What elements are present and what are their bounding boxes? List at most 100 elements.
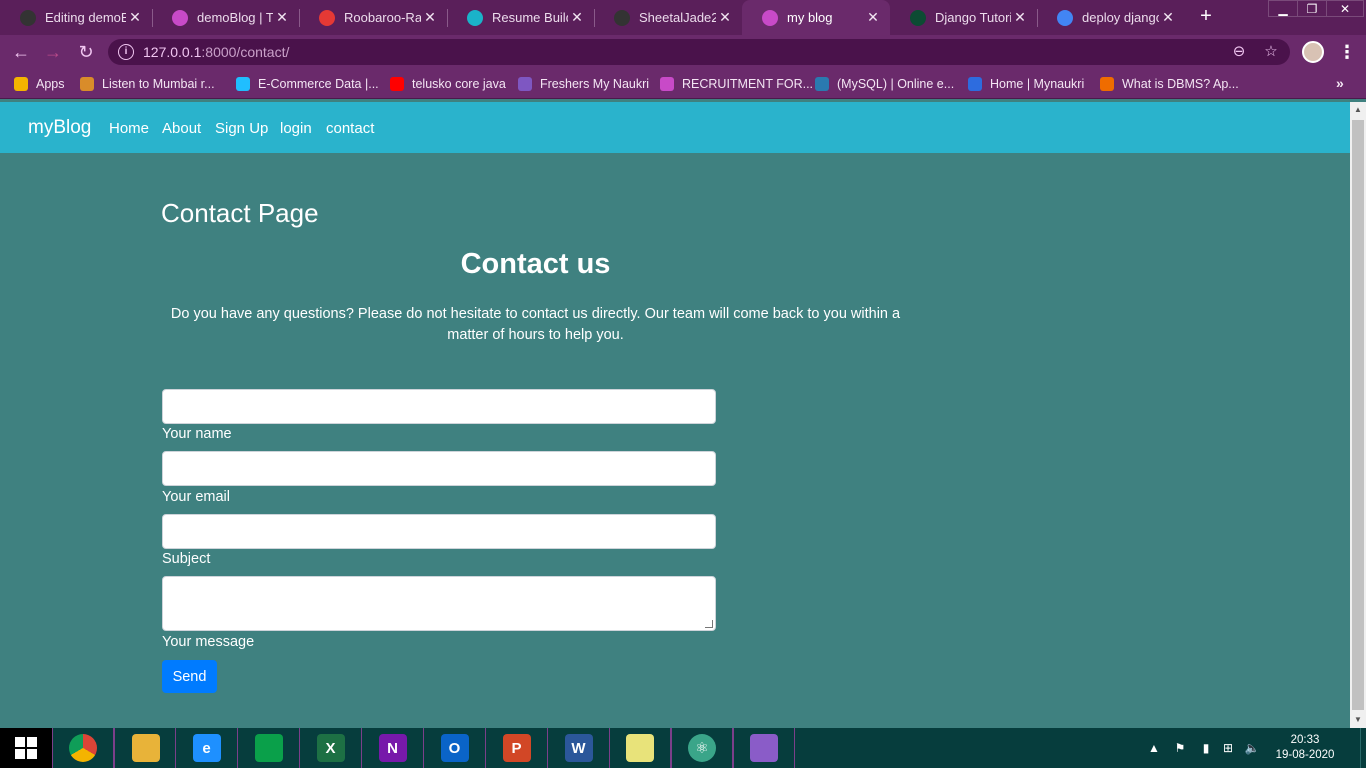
nav-contact[interactable]: contact [326,120,374,137]
tab-close-icon[interactable]: ✕ [273,9,291,26]
browser-tab[interactable]: demoBlog | This✕ [152,0,299,35]
nav-login[interactable]: login [280,120,312,137]
django-icon [910,9,926,26]
clock-time: 20:33 [1290,734,1320,746]
wifi-icon[interactable]: ⊞ [1220,740,1236,756]
tab-title: SheetalJade201 [639,10,716,25]
send-button[interactable]: Send [162,660,217,693]
windows-taskbar: e X N O P W ⚛ ▲ ⚑ ▮ ⊞ 🔈 20:33 19-08-2020 [0,728,1366,768]
paint-icon [750,734,778,762]
browser-tab-strip: Editing demoBlog✕demoBlog | This✕Roobaro… [0,0,1366,35]
scroll-up-icon[interactable]: ▲ [1350,102,1366,118]
restore-button[interactable]: ❐ [1297,0,1327,17]
window-close-button[interactable]: ✕ [1326,0,1364,17]
tab-separator [594,9,595,27]
show-desktop-button[interactable] [1360,728,1366,768]
start-button[interactable] [0,728,52,768]
taskbar-app[interactable]: O [423,728,485,768]
minimize-button[interactable]: ▁ [1268,0,1298,17]
scroll-down-icon[interactable]: ▼ [1350,712,1366,728]
bookmark-label: Home | Mynaukri [990,77,1085,91]
outlook-icon: O [440,734,469,762]
bookmark-star-icon[interactable]: ☆ [1262,43,1280,61]
browser-tab[interactable]: Django Tutorial✕ [890,0,1037,35]
chrome-menu-icon[interactable]: ⋮ [1338,41,1356,63]
blog-icon [660,77,674,91]
back-icon[interactable]: ← [10,41,32,63]
new-tab-button[interactable]: + [1195,5,1217,27]
tab-separator [299,9,300,27]
taskbar-app[interactable]: ⚛ [671,728,733,768]
url-text[interactable]: 127.0.0.1:8000/contact/ [143,44,289,60]
bookmark-item[interactable]: RECRUITMENT FOR... [660,75,813,93]
taskbar-app[interactable] [733,728,795,768]
gfg-icon [1100,77,1114,91]
tab-title: my blog [787,10,833,25]
taskbar-app[interactable]: X [299,728,361,768]
chrome-icon [69,734,97,762]
nav-signup[interactable]: Sign Up [215,120,268,137]
message-textarea[interactable] [162,576,716,631]
page-scrollbar[interactable]: ▲ ▼ [1350,102,1366,728]
browser-tab[interactable]: my blog ✕ [742,0,890,35]
browser-tab[interactable]: deploy django ✕ [1037,0,1185,35]
browser-tab[interactable]: SheetalJade201✕ [594,0,742,35]
show-hidden-icons-icon[interactable]: ▲ [1146,740,1162,756]
subject-input[interactable] [162,514,716,549]
network-icon[interactable]: ⚑ [1172,740,1188,756]
bookmark-item[interactable]: Apps [14,75,65,93]
bookmark-label: Listen to Mumbai r... [102,77,215,91]
forward-icon[interactable]: → [42,41,64,63]
resize-grip-icon[interactable] [705,620,713,628]
email-label: Your email [162,489,230,505]
taskbar-app[interactable]: e [175,728,237,768]
bookmark-item[interactable]: E-Commerce Data |... [236,75,379,93]
tab-close-icon[interactable]: ✕ [1011,9,1029,26]
blog-icon [762,9,778,26]
taskbar-app[interactable]: N [361,728,423,768]
bookmarks-overflow-icon[interactable]: » [1336,75,1344,91]
taskbar-app[interactable] [609,728,671,768]
bookmark-item[interactable]: What is DBMS? Ap... [1100,75,1239,93]
zoom-icon[interactable]: ⊖ [1230,43,1248,61]
page-title: Contact Page [161,198,319,228]
taskbar-app[interactable] [237,728,299,768]
bookmark-item[interactable]: telusko core java [390,75,506,93]
browser-tab[interactable]: Editing demoBlog✕ [0,0,152,35]
battery-icon[interactable]: ▮ [1198,740,1214,756]
blog-icon [172,9,188,26]
tab-close-icon[interactable]: ✕ [421,9,439,26]
bookmark-item[interactable]: (MySQL) | Online e... [815,75,954,93]
system-clock[interactable]: 20:33 19-08-2020 [1270,733,1340,763]
browser-tab[interactable]: Resume Builder✕ [447,0,594,35]
tab-title: Resume Builder [492,10,568,25]
tab-close-icon[interactable]: ✕ [716,9,734,26]
name-input[interactable] [162,389,716,424]
browser-tab[interactable]: Roobaroo-Rang✕ [299,0,447,35]
site-info-icon[interactable]: i [118,44,134,60]
tab-close-icon[interactable]: ✕ [1159,9,1177,26]
taskbar-app[interactable] [52,728,114,768]
message-label: Your message [162,634,255,650]
reload-icon[interactable]: ↻ [75,41,97,63]
nav-about[interactable]: About [162,120,201,137]
tab-close-icon[interactable]: ✕ [568,9,586,26]
contact-intro-text: Do you have any questions? Please do not… [170,306,901,343]
scroll-thumb[interactable] [1352,120,1364,710]
taskbar-app[interactable] [114,728,176,768]
tab-close-icon[interactable]: ✕ [126,9,144,26]
tab-title: Roobaroo-Rang [344,10,421,25]
nav-home[interactable]: Home [109,120,149,137]
bookmark-item[interactable]: Listen to Mumbai r... [80,75,215,93]
volume-icon[interactable]: 🔈 [1244,740,1260,756]
bookmark-item[interactable]: Home | Mynaukri [968,75,1084,93]
bookmark-item[interactable]: Freshers My Naukri [518,75,649,93]
site-brand[interactable]: myBlog [28,117,91,139]
email-input[interactable] [162,451,716,486]
bookmarks-bar: Apps Listen to Mumbai r... E-Commerce Data… [0,69,1366,99]
tab-close-icon[interactable]: ✕ [864,9,882,26]
taskbar-app[interactable]: P [485,728,547,768]
address-bar[interactable]: i 127.0.0.1:8000/contact/ ⊖ ☆ [108,39,1290,65]
taskbar-app[interactable]: W [547,728,609,768]
profile-avatar[interactable] [1302,41,1324,63]
